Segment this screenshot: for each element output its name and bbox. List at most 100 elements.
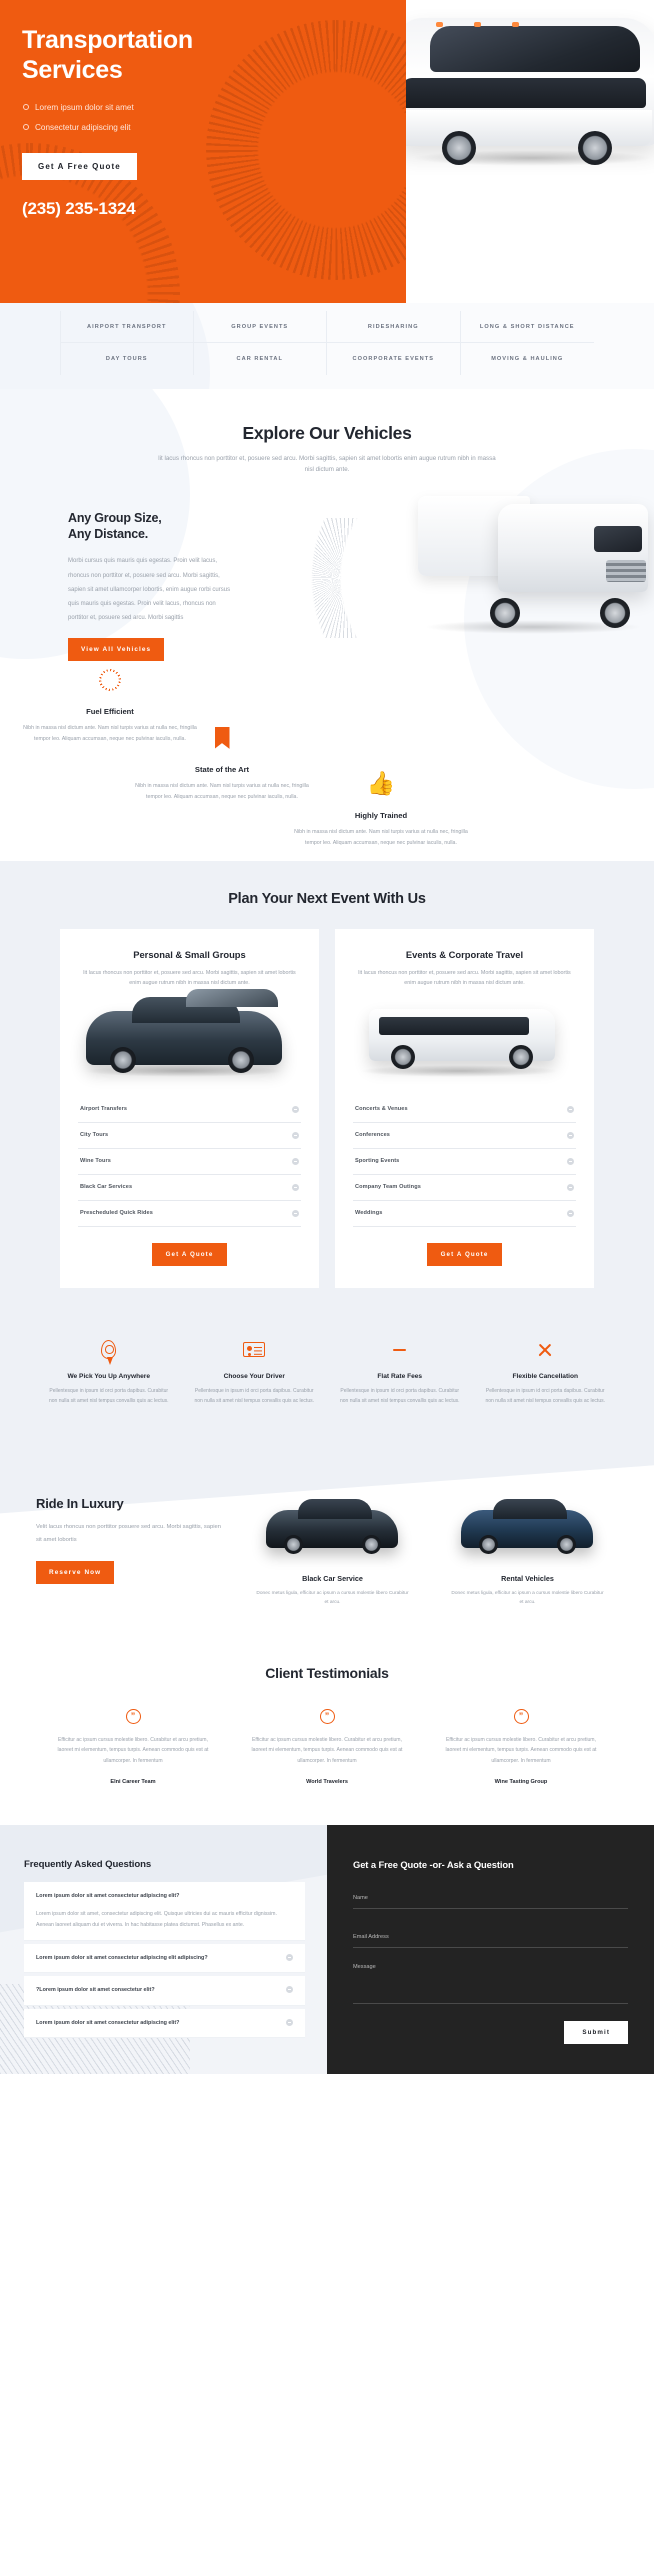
luxury-title: Ride In Luxury bbox=[36, 1495, 124, 1511]
luxury-card-rental: Rental Vehicles Donec metus ligula, effi… bbox=[437, 1488, 618, 1607]
luxury-card-black-car: Black Car Service Donec metus ligula, ef… bbox=[242, 1488, 423, 1607]
plan-list-label: Weddings bbox=[355, 1210, 383, 1217]
testimonial-item: ” Efficitur ac ipsum cursus molestie lib… bbox=[230, 1709, 424, 1785]
services-grid: AIRPORT TRANSPORT GROUP EVENTS RIDESHARI… bbox=[60, 311, 594, 375]
faq-question-row[interactable]: ?Lorem ipsum dolor sit amet consectetur … bbox=[36, 1986, 293, 1994]
faq-item-open[interactable]: Lorem ipsum dolor sit amet consectetur a… bbox=[24, 1881, 305, 1941]
explore-title: Explore Our Vehicles bbox=[242, 423, 412, 443]
truck-image bbox=[418, 492, 648, 642]
service-cell-ridesharing[interactable]: RIDESHARING bbox=[327, 311, 461, 343]
collapse-icon[interactable] bbox=[292, 1209, 299, 1217]
any-group-text-column: Any Group Size, Any Distance. Morbi cursu… bbox=[0, 498, 300, 661]
service-cell-moving-hauling[interactable]: MOVING & HAULING bbox=[461, 343, 595, 375]
email-input[interactable] bbox=[353, 1933, 628, 1948]
services-grid-section: AIRPORT TRANSPORT GROUP EVENTS RIDESHARI… bbox=[0, 303, 654, 389]
plan-card-cta-wrap: Get A Quote bbox=[353, 1242, 576, 1266]
plan-list-label: Black Car Services bbox=[80, 1184, 133, 1191]
email-field-wrap bbox=[353, 1925, 628, 1948]
collapse-icon[interactable] bbox=[286, 2018, 293, 2026]
plan-list-item[interactable]: Concerts & Venues bbox=[353, 1097, 576, 1123]
faq-item[interactable]: Lorem ipsum dolor sit amet consectetur a… bbox=[24, 1943, 305, 1974]
collapse-icon[interactable] bbox=[567, 1105, 574, 1113]
service-cell-airport-transport[interactable]: AIRPORT TRANSPORT bbox=[60, 311, 194, 343]
plan-list-item[interactable]: Sporting Events bbox=[353, 1149, 576, 1175]
get-a-quote-button-personal[interactable]: Get A Quote bbox=[151, 1242, 228, 1266]
reserve-now-button[interactable]: Reserve Now bbox=[36, 1560, 115, 1584]
faq-question: Lorem ipsum dolor sit amet consectetur a… bbox=[36, 2019, 180, 2026]
feature-title: Fuel Efficient bbox=[86, 706, 134, 716]
perk-flexible-cancellation: Flexible Cancellation Pellentesque in ip… bbox=[473, 1336, 619, 1406]
get-free-quote-button[interactable]: Get A Free Quote bbox=[22, 153, 137, 181]
plan-list-label: Prescheduled Quick Rides bbox=[80, 1210, 153, 1217]
plan-card-corporate: Events & Corporate Travel lit lacus rhon… bbox=[335, 928, 594, 1288]
collapse-icon[interactable] bbox=[292, 1131, 299, 1139]
faq-item[interactable]: ?Lorem ipsum dolor sit amet consectetur … bbox=[24, 1976, 305, 2006]
collapse-icon[interactable] bbox=[567, 1209, 574, 1217]
collapse-icon[interactable] bbox=[567, 1157, 574, 1165]
hero-bullet-list: Lorem ipsum dolor sit amet Consectetur a… bbox=[22, 101, 654, 134]
feature-title: Highly Trained bbox=[354, 810, 408, 820]
testimonial-text: Efficitur ac ipsum cursus molestie liber… bbox=[445, 1737, 597, 1764]
name-input[interactable] bbox=[353, 1894, 628, 1909]
phone-link[interactable]: (235) 235-1324 bbox=[22, 199, 654, 219]
collapse-icon[interactable] bbox=[286, 1953, 293, 1961]
perk-text: Pellentesque in ipsum id orci porta dapi… bbox=[339, 1387, 460, 1404]
get-a-quote-button-corporate[interactable]: Get A Quote bbox=[426, 1242, 503, 1266]
message-textarea[interactable] bbox=[353, 1963, 628, 2004]
perk-title: We Pick You Up Anywhere bbox=[67, 1372, 151, 1380]
service-cell-day-tours[interactable]: DAY TOURS bbox=[60, 343, 194, 375]
any-group-body: Morbi cursus quis mauris quis egestas. P… bbox=[68, 558, 231, 621]
thumbs-up-icon: 👍 bbox=[366, 770, 396, 797]
message-field-wrap bbox=[353, 1963, 628, 2009]
hero-bullet: Lorem ipsum dolor sit amet bbox=[22, 101, 654, 114]
perk-text: Pellentesque in ipsum id orci porta dapi… bbox=[485, 1387, 605, 1404]
plan-list-item[interactable]: Weddings bbox=[353, 1201, 576, 1227]
minibus-image bbox=[353, 1001, 576, 1083]
explore-subtitle: lit lacus rhoncus non porttitor et, posu… bbox=[158, 455, 496, 474]
minus-icon bbox=[337, 1336, 463, 1364]
luxury-card-title: Black Car Service bbox=[302, 1573, 363, 1583]
any-group-heading-line2: Any Distance. bbox=[68, 527, 149, 542]
testimonials-grid: ” Efficitur ac ipsum cursus molestie lib… bbox=[36, 1709, 618, 1785]
ride-in-luxury-section: Ride In Luxury Velit lacus rhoncus non p… bbox=[0, 1445, 654, 1648]
service-cell-long-short-distance[interactable]: LONG & SHORT DISTANCE bbox=[460, 311, 594, 343]
feature-highly-trained: 👍 Highly Trained Nibh in massa nisl dict… bbox=[281, 769, 481, 849]
plan-list-item[interactable]: Prescheduled Quick Rides bbox=[78, 1201, 301, 1227]
plan-list-label: Wine Tours bbox=[80, 1158, 111, 1165]
plan-list-item[interactable]: Airport Transfers bbox=[78, 1097, 301, 1123]
any-group-size-row: Any Group Size, Any Distance. Morbi cursu… bbox=[0, 495, 654, 661]
collapse-icon[interactable] bbox=[567, 1183, 574, 1191]
plan-list-label: City Tours bbox=[80, 1132, 109, 1139]
testimonial-item: ” Efficitur ac ipsum cursus molestie lib… bbox=[424, 1709, 618, 1785]
plan-list-item[interactable]: Company Team Outings bbox=[353, 1175, 576, 1201]
faq-question-row[interactable]: Lorem ipsum dolor sit amet consectetur a… bbox=[36, 1892, 293, 1900]
any-group-heading-line1: Any Group Size, bbox=[68, 510, 162, 525]
plan-list-item[interactable]: Conferences bbox=[353, 1123, 576, 1149]
id-card-icon bbox=[192, 1336, 318, 1364]
faq-question-row[interactable]: Lorem ipsum dolor sit amet consectetur a… bbox=[36, 2018, 293, 2027]
service-cell-group-events[interactable]: GROUP EVENTS bbox=[193, 311, 327, 343]
plan-list-item[interactable]: Wine Tours bbox=[78, 1149, 301, 1175]
landing-page: Transportation Services Lorem ipsum dolo… bbox=[0, 0, 654, 2074]
dotted-ring-icon bbox=[10, 665, 210, 695]
collapse-icon[interactable] bbox=[292, 1183, 299, 1191]
dotted-arc-decoration bbox=[266, 517, 426, 638]
faq-question-row[interactable]: Lorem ipsum dolor sit amet consectetur a… bbox=[36, 1953, 293, 1962]
plan-list-item[interactable]: Black Car Services bbox=[78, 1175, 301, 1201]
collapse-icon[interactable] bbox=[292, 1105, 299, 1113]
service-cell-car-rental[interactable]: CAR RENTAL bbox=[194, 343, 327, 375]
close-x-icon bbox=[483, 1336, 609, 1364]
explore-header: Explore Our Vehicles lit lacus rhoncus n… bbox=[0, 423, 654, 476]
collapse-icon[interactable] bbox=[567, 1131, 574, 1139]
collapse-icon[interactable] bbox=[286, 1986, 293, 1994]
footer-section: Frequently Asked Questions Lorem ipsum d… bbox=[0, 1824, 654, 2074]
collapse-icon[interactable] bbox=[292, 1157, 299, 1165]
submit-button[interactable]: Submit bbox=[564, 2020, 628, 2044]
plan-list-item[interactable]: City Tours bbox=[78, 1123, 301, 1149]
view-all-vehicles-button[interactable]: View All Vehicles bbox=[68, 637, 165, 661]
faq-answer: Lorem ipsum dolor sit amet, consectetur … bbox=[36, 1911, 277, 1928]
service-cell-coorporate-events[interactable]: COORPORATE EVENTS bbox=[327, 343, 461, 375]
rental-vehicle-image bbox=[437, 1488, 618, 1566]
plan-card-personal: Personal & Small Groups lit lacus rhoncu… bbox=[60, 928, 319, 1288]
faq-item[interactable]: Lorem ipsum dolor sit amet consectetur a… bbox=[24, 2008, 305, 2039]
